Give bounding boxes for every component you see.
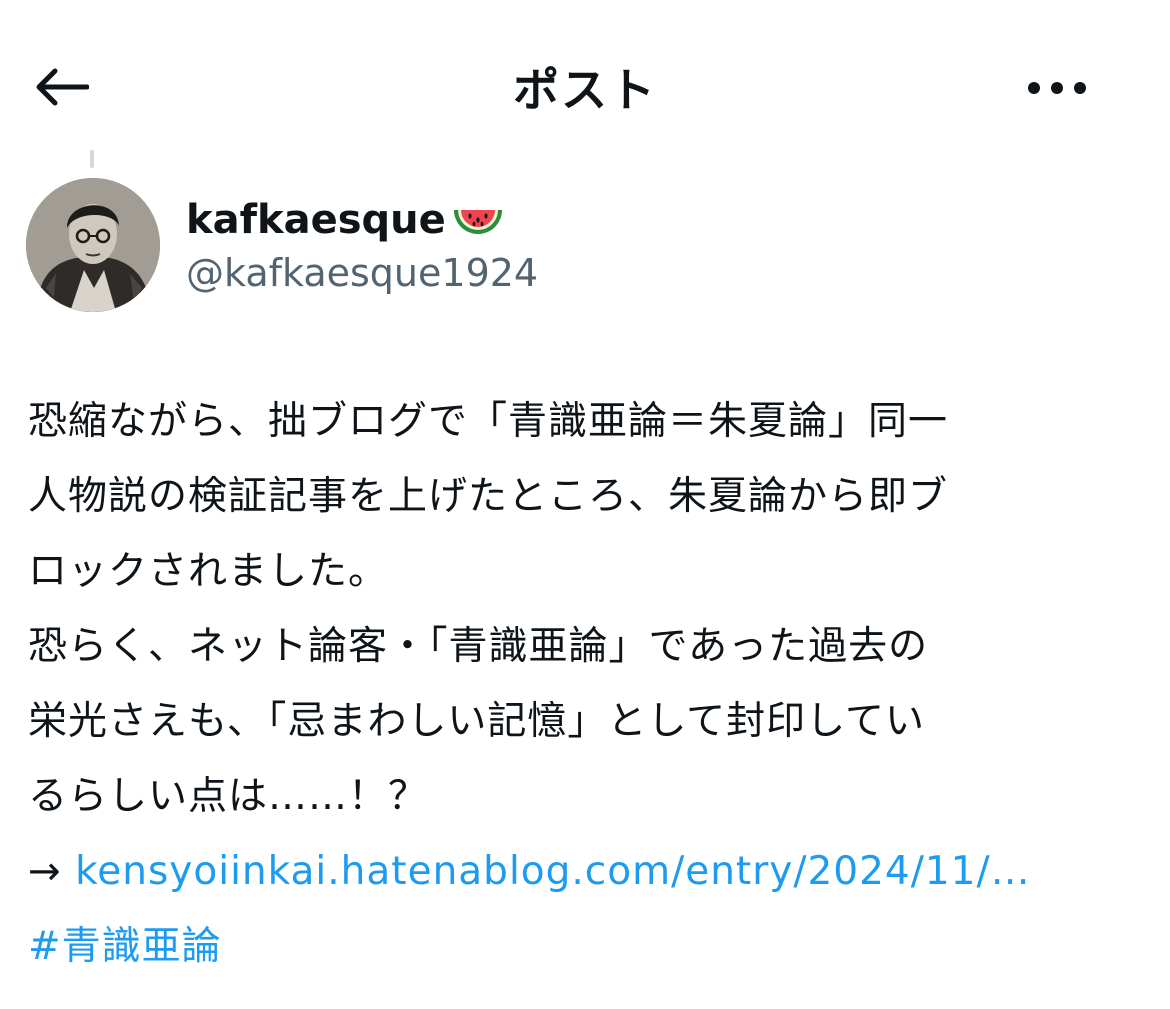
link-line: → kensyoiinkai.hatenablog.com/entry/2024… [28,834,1148,909]
arrow-left-icon [33,67,90,111]
hashtag-link[interactable]: #青識亜論 [28,924,222,969]
post-line: ロックされました。 [28,549,389,594]
top-bar: ポスト [0,0,1170,175]
blog-link[interactable]: kensyoiinkai.hatenablog.com/entry/2024/1… [75,849,1031,894]
post-line: 恐縮ながら、拙ブログで「青識亜論＝朱夏論」同一 [28,399,949,444]
back-button[interactable] [30,58,92,120]
hashtag-line: #青識亜論 [28,909,1148,984]
page-title: ポスト [513,63,657,117]
author-name-text: kafkaesque [186,197,446,243]
author-display-name[interactable]: kafkaesque [186,196,506,244]
thread-connector [90,150,94,168]
more-options-button[interactable] [1020,58,1094,120]
post-text: 恐縮ながら、拙ブログで「青識亜論＝朱夏論」同一 人物説の検証記事を上げたところ、… [28,384,1148,984]
post-line: 栄光さえも、「忌まわしい記憶」として封印してい [28,699,925,744]
post-line: るらしい点は……！？ [28,774,429,819]
avatar[interactable] [26,178,160,312]
arrow-prefix: → [28,849,76,894]
author-handle[interactable]: @kafkaesque1924 [186,250,538,296]
more-horizontal-icon [1027,80,1087,99]
post-line: 人物説の検証記事を上げたところ、朱夏論から即ブ [28,474,949,519]
watermelon-icon [450,196,506,244]
post-line: 恐らく、ネット論客・「青識亜論」であった過去の [28,624,929,669]
